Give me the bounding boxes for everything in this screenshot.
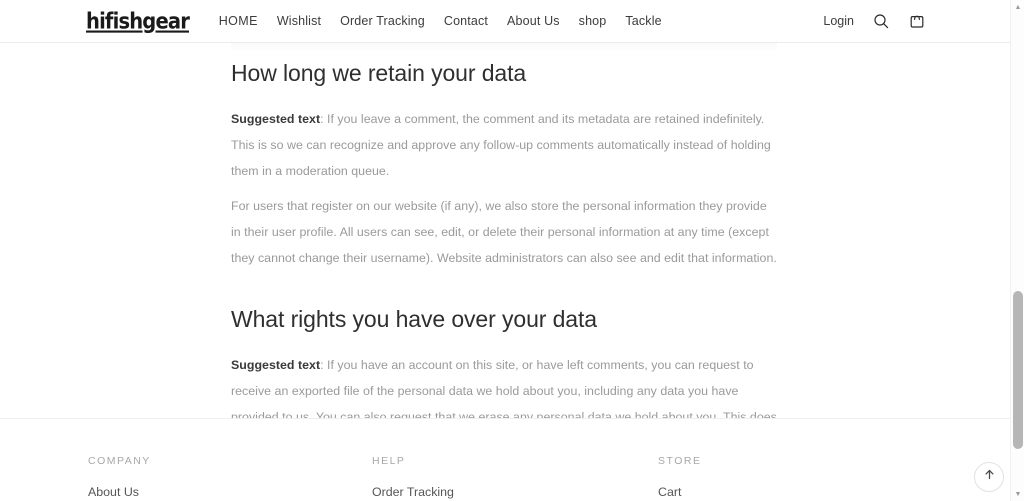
lead-label: Suggested text	[231, 112, 320, 126]
paragraph-text: For users that register on our website (…	[231, 199, 777, 265]
page-root: hifishgear HOME Wishlist Order Tracking …	[0, 0, 1024, 501]
header-actions: Login	[823, 12, 926, 30]
section-heading-your-rights: What rights you have over your data	[231, 305, 777, 334]
footer-heading-help: HELP	[372, 455, 454, 467]
login-link[interactable]: Login	[823, 14, 854, 28]
footer-heading-store: STORE	[658, 455, 701, 467]
paragraph-retain-suggested: Suggested text: If you leave a comment, …	[231, 106, 777, 184]
nav-item-home[interactable]: HOME	[219, 14, 258, 28]
nav-item-wishlist[interactable]: Wishlist	[277, 14, 321, 28]
footer-column-store: STORE Cart	[658, 455, 701, 499]
footer-heading-company: COMPANY	[88, 455, 151, 467]
section-heading-retain-data: How long we retain your data	[231, 59, 777, 88]
scrollbar-thumb[interactable]	[1013, 291, 1023, 449]
main-navigation: HOME Wishlist Order Tracking Contact Abo…	[219, 14, 662, 28]
paragraph-retain-registered-users: For users that register on our website (…	[231, 193, 777, 271]
scroll-to-top-button[interactable]	[974, 462, 1004, 492]
shopping-bag-icon[interactable]	[908, 12, 926, 30]
footer-link-order-tracking[interactable]: Order Tracking	[372, 485, 454, 499]
paragraph-rights-suggested: Suggested text: If you have an account o…	[231, 352, 777, 418]
footer-link-about-us[interactable]: About Us	[88, 485, 151, 499]
nav-item-order-tracking[interactable]: Order Tracking	[340, 14, 425, 28]
footer-column-company: COMPANY About Us	[88, 455, 151, 499]
nav-item-contact[interactable]: Contact	[444, 14, 488, 28]
nav-item-tackle[interactable]: Tackle	[625, 14, 661, 28]
footer-link-cart[interactable]: Cart	[658, 485, 701, 499]
arrow-up-icon	[983, 468, 996, 486]
vertical-scrollbar[interactable]: ▲ ▼	[1010, 0, 1024, 501]
scrollbar-arrow-up-icon[interactable]: ▲	[1011, 0, 1024, 14]
article-body: How long we retain your data Suggested t…	[231, 43, 777, 418]
lead-label: Suggested text	[231, 358, 320, 372]
main-content: How long we retain your data Suggested t…	[0, 43, 1010, 418]
nav-item-shop[interactable]: shop	[579, 14, 607, 28]
scrollbar-arrow-down-icon[interactable]: ▼	[1011, 487, 1024, 501]
search-icon[interactable]	[872, 12, 890, 30]
site-footer: COMPANY About Us HELP Order Tracking STO…	[0, 419, 1010, 501]
site-logo[interactable]: hifishgear	[86, 10, 189, 32]
lead-separator: :	[320, 112, 327, 126]
nav-item-about-us[interactable]: About Us	[507, 14, 560, 28]
footer-column-help: HELP Order Tracking	[372, 455, 454, 499]
site-header: hifishgear HOME Wishlist Order Tracking …	[0, 0, 1010, 43]
scrolled-content-sliver	[231, 43, 777, 53]
footer-columns: COMPANY About Us HELP Order Tracking STO…	[0, 419, 1010, 501]
lead-separator: :	[320, 358, 327, 372]
